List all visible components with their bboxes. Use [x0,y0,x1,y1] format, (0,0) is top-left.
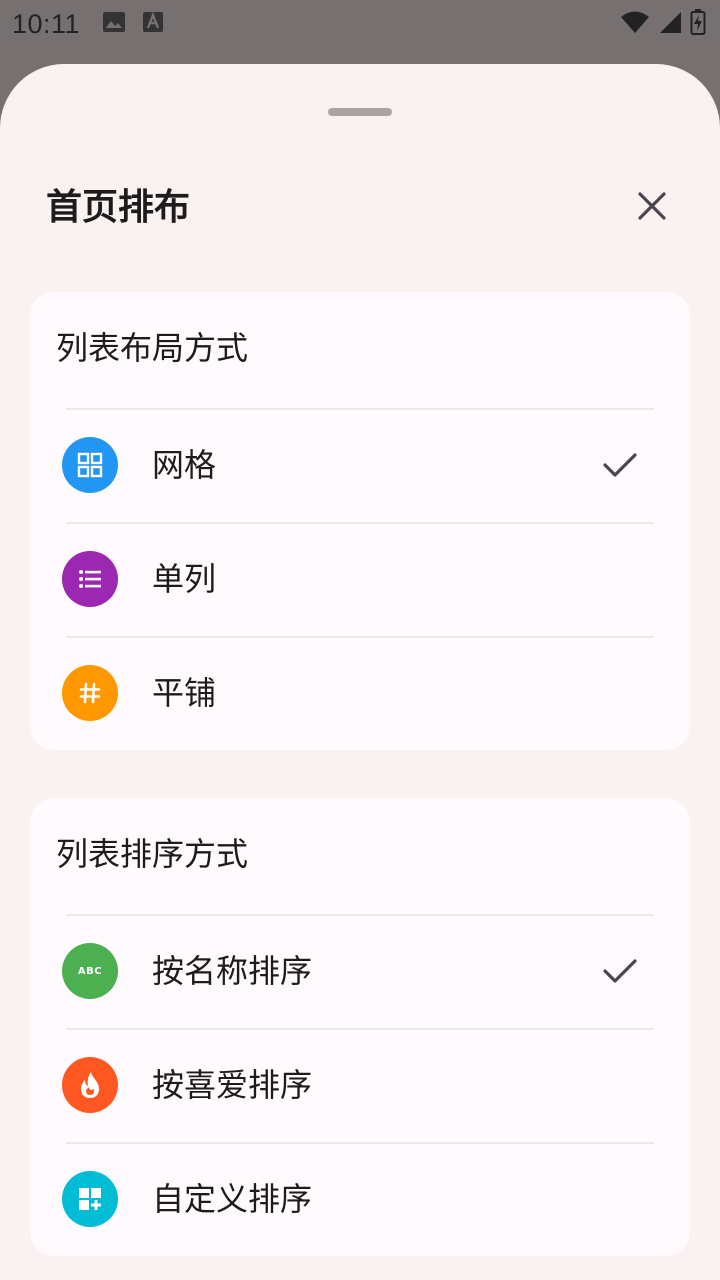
status-time: 10:11 [12,8,81,39]
divider [66,914,654,916]
sort-mode-card: 列表排序方式 ABC 按名称排序 按喜爱排序 自定义排序 [30,798,690,1256]
grid-icon [62,437,118,493]
hash-icon [62,665,118,721]
battery-charging-icon [690,9,706,39]
option-label: 平铺 [152,674,217,712]
option-label: 自定义排序 [152,1180,313,1218]
divider [66,1142,654,1144]
close-icon [636,190,668,226]
image-icon [102,11,126,37]
check-icon [600,951,640,991]
layout-mode-card: 列表布局方式 网格 单列 平铺 [30,292,690,750]
divider [66,408,654,410]
option-grid[interactable]: 网格 [30,408,690,522]
option-label: 单列 [152,560,217,598]
flame-icon [62,1057,118,1113]
bottom-sheet: 首页排布 列表布局方式 网格 单列 平铺 列表排序方式 ABC 按名称排序 按喜… [0,64,720,1280]
divider [66,1028,654,1030]
widgets-add-icon [62,1171,118,1227]
text-a-icon [142,11,164,37]
option-label: 网格 [152,446,217,484]
abc-icon-text: ABC [77,965,103,977]
wifi-icon [620,10,650,38]
divider [66,522,654,524]
option-custom-sort[interactable]: 自定义排序 [30,1142,690,1256]
drag-handle[interactable] [328,108,392,116]
check-icon [600,445,640,485]
option-single-column[interactable]: 单列 [30,522,690,636]
option-label: 按名称排序 [152,952,313,990]
option-sort-by-name[interactable]: ABC 按名称排序 [30,914,690,1028]
option-label: 按喜爱排序 [152,1066,313,1104]
abc-icon: ABC [62,943,118,999]
option-sort-by-favorite[interactable]: 按喜爱排序 [30,1028,690,1142]
sort-mode-title: 列表排序方式 [56,835,249,873]
layout-mode-title: 列表布局方式 [56,329,249,367]
sheet-title: 首页排布 [46,187,191,228]
divider [66,636,654,638]
status-bar: 10:11 [0,0,720,48]
option-tile[interactable]: 平铺 [30,636,690,750]
signal-icon [658,10,682,38]
close-button[interactable] [628,184,676,232]
list-icon [62,551,118,607]
